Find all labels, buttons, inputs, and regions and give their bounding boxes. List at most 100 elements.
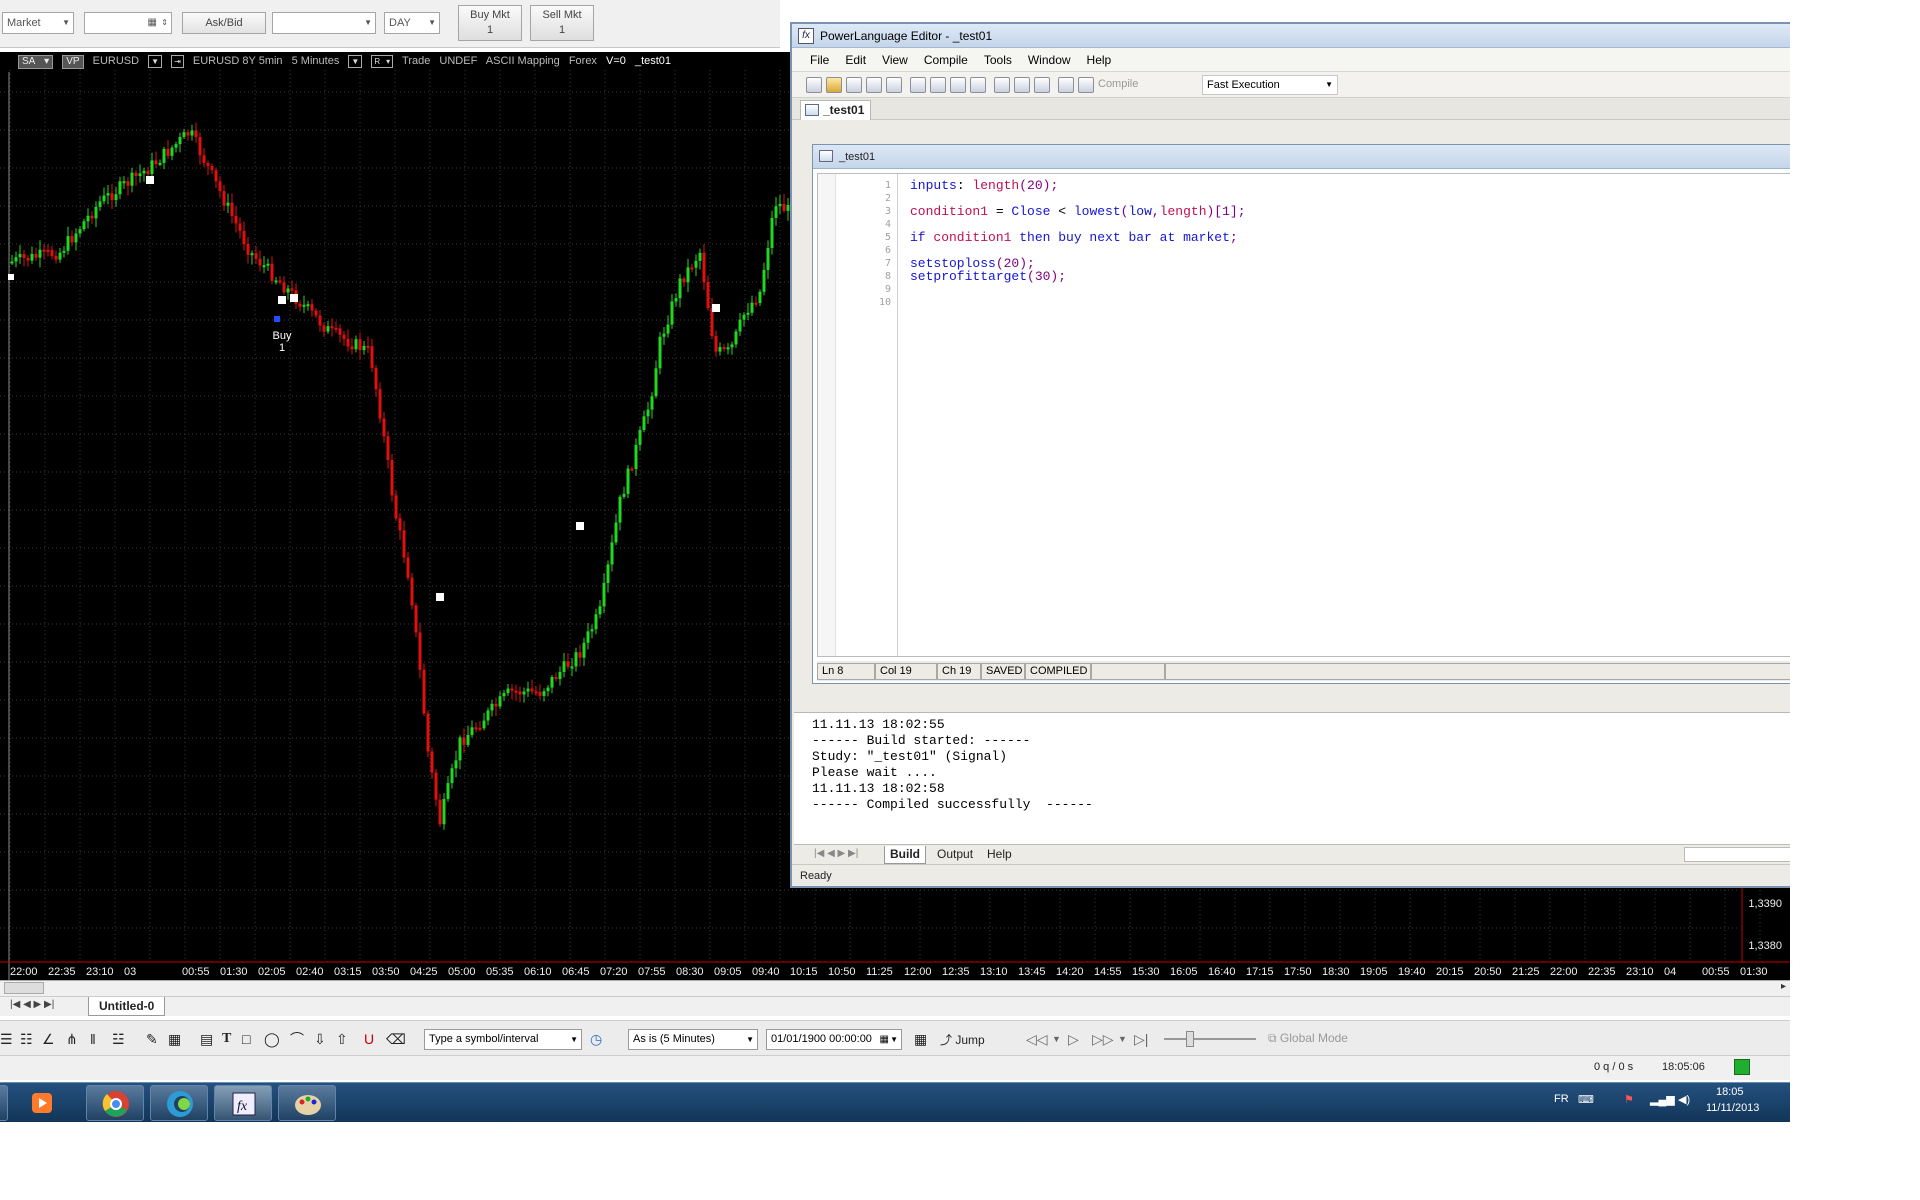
ask-bid-button[interactable]: Ask/Bid	[182, 12, 266, 34]
keyboard-icon[interactable]: ⌨	[1578, 1093, 1594, 1106]
taskbar-date[interactable]: 11/11/2013	[1706, 1102, 1759, 1114]
resolution-select[interactable]: As is (5 Minutes) ▼	[628, 1029, 758, 1050]
new-file-icon[interactable]	[806, 77, 822, 93]
cascade-windows-icon[interactable]	[994, 77, 1010, 93]
channel-icon[interactable]: ☳	[112, 1032, 125, 1046]
calendar-grid-icon[interactable]: ▦	[914, 1032, 927, 1046]
scroll-start-icon[interactable]: ◁◁	[1026, 1032, 1048, 1046]
global-mode-button[interactable]: ⧉ Global Mode	[1268, 1031, 1348, 1046]
code-line-5[interactable]: if condition1 then buy next bar at marke…	[910, 230, 1238, 245]
fibonacci-icon[interactable]: ⋔	[66, 1032, 78, 1046]
network-icon[interactable]: ▂▄▆	[1650, 1093, 1675, 1106]
code-line-3[interactable]: condition1 = Close < lowest(low,length)[…	[910, 204, 1246, 219]
arrow-up-icon[interactable]: ⇧	[336, 1032, 348, 1046]
media-player-icon[interactable]	[20, 1085, 64, 1121]
quantity-stepper[interactable]: ▦ ⇕	[84, 12, 172, 34]
scroll-end-icon[interactable]: ▷|	[1134, 1032, 1148, 1046]
output-pane[interactable]: 11.11.13 18:02:55 ------ Build started: …	[794, 712, 1790, 846]
tab-test01[interactable]: _test01	[800, 100, 872, 120]
chrome-icon[interactable]	[86, 1085, 144, 1121]
output-horizontal-scrollbar[interactable]	[1684, 847, 1794, 862]
document-title-bar[interactable]: _test01	[813, 145, 1792, 169]
menu-tools[interactable]: Tools	[976, 48, 1020, 72]
code-line-1[interactable]: inputs: length(20);	[910, 178, 1058, 193]
redo-icon[interactable]	[930, 77, 946, 93]
scroll-thumb[interactable]	[4, 982, 44, 994]
order-type-select[interactable]: Market ▼	[2, 12, 74, 34]
trendline-icon[interactable]: ∠	[42, 1032, 55, 1046]
menu-file[interactable]: File	[802, 48, 837, 72]
buy-market-button[interactable]: Buy Mkt 1	[458, 5, 522, 41]
r-tag[interactable]: R ▾	[371, 55, 394, 68]
ellipse-icon[interactable]: ◯	[264, 1032, 280, 1046]
ccleaner-icon[interactable]	[150, 1085, 208, 1121]
arrow-down-icon[interactable]: ⇩	[314, 1032, 326, 1046]
sell-market-button[interactable]: Sell Mkt 1	[530, 5, 594, 41]
compile-icon[interactable]	[1078, 77, 1094, 93]
tab-nav-arrows-icon[interactable]: |◀ ◀ ▶ ▶|	[10, 999, 54, 1010]
menu-help[interactable]: Help	[1079, 48, 1120, 72]
find-icon[interactable]	[950, 77, 966, 93]
execution-mode-select[interactable]: Fast Execution ▼	[1202, 75, 1338, 95]
symbol-dropdown-icon[interactable]: ▼	[148, 55, 163, 68]
crosshair-icon[interactable]: ☷	[20, 1032, 33, 1046]
tab-output[interactable]: Output	[932, 846, 978, 864]
speed-slider[interactable]	[1164, 1038, 1256, 1040]
magnet-icon[interactable]: U	[364, 1032, 374, 1046]
action-center-icon[interactable]: ⚑	[1624, 1093, 1634, 1106]
interval-dropdown-icon[interactable]: ▼	[348, 55, 363, 68]
tab-untitled-0[interactable]: Untitled-0	[88, 997, 166, 1016]
tile-horizontal-icon[interactable]	[1014, 77, 1030, 93]
compile-label[interactable]: Compile	[1098, 78, 1138, 90]
menu-edit[interactable]: Edit	[837, 48, 874, 72]
sa-tag[interactable]: SA ▾	[18, 55, 54, 69]
connection-status-icon[interactable]	[1734, 1059, 1750, 1075]
undo-icon[interactable]	[910, 77, 926, 93]
chevron-down-icon[interactable]: ▼	[1118, 1032, 1127, 1046]
date-picker[interactable]: 01/01/1900 00:00:00 ▦ ▼	[766, 1029, 902, 1050]
volume-icon[interactable]: ◀)	[1678, 1093, 1690, 1106]
step-forward-icon[interactable]: ▷▷	[1092, 1032, 1114, 1046]
play-icon[interactable]: ▷	[1068, 1032, 1079, 1046]
powerlanguage-editor-window[interactable]: fx PowerLanguage Editor - _test01 File Ed…	[790, 22, 1794, 888]
scroll-right-icon[interactable]: ▸	[1781, 981, 1786, 992]
table-icon[interactable]: ▤	[200, 1032, 213, 1046]
vp-tag[interactable]: VP	[62, 55, 84, 69]
cursor-icon[interactable]: ☰	[0, 1032, 13, 1046]
print-icon[interactable]	[886, 77, 902, 93]
dock-icon[interactable]: ⇥	[171, 55, 184, 68]
jump-button[interactable]: ⤴ Jump	[940, 1031, 985, 1048]
code-editor[interactable]: 1 2 3 4 5 6 7 8 9 10 inputs: length(20);…	[817, 173, 1792, 657]
rectangle-icon[interactable]: □	[242, 1032, 250, 1046]
duration-select[interactable]: DAY ▼	[384, 12, 440, 34]
chevron-down-icon[interactable]: ▼	[1052, 1032, 1061, 1046]
speed-slider-handle[interactable]	[1186, 1031, 1194, 1047]
eraser-icon[interactable]: ⌫	[386, 1032, 406, 1046]
menu-window[interactable]: Window	[1020, 48, 1079, 72]
tab-nav-arrows-icon[interactable]: |◀ ◀ ▶ ▶|	[814, 848, 858, 859]
menu-view[interactable]: View	[874, 48, 916, 72]
tab-build[interactable]: Build	[884, 846, 926, 864]
menu-compile[interactable]: Compile	[916, 48, 976, 72]
text-icon[interactable]: T	[222, 1032, 231, 1046]
account-select[interactable]: ▼	[272, 12, 376, 34]
arc-icon[interactable]: ⌒	[290, 1032, 304, 1046]
open-folder-icon[interactable]	[826, 77, 842, 93]
taskbar-time[interactable]: 18:05	[1716, 1086, 1744, 1098]
paint-icon[interactable]	[278, 1085, 336, 1121]
code-document-window[interactable]: _test01 1 2 3 4 5 6 7 8 9 10 inputs: len…	[812, 144, 1792, 684]
save-icon[interactable]	[846, 77, 862, 93]
symbol-interval-input[interactable]: Type a symbol/interval ▼	[424, 1029, 582, 1050]
properties-icon[interactable]	[1058, 77, 1074, 93]
editor-title-bar[interactable]: fx PowerLanguage Editor - _test01	[792, 24, 1790, 48]
replace-icon[interactable]	[970, 77, 986, 93]
language-indicator[interactable]: FR	[1554, 1093, 1569, 1105]
pencil-icon[interactable]: ✎	[146, 1032, 158, 1046]
code-line-8[interactable]: setprofittarget(30);	[910, 269, 1066, 284]
tab-help[interactable]: Help	[982, 846, 1017, 864]
clock-icon[interactable]: ◷	[590, 1032, 602, 1046]
fibonacci-time-icon[interactable]: ‖	[90, 1032, 96, 1046]
save-all-icon[interactable]	[866, 77, 882, 93]
tile-vertical-icon[interactable]	[1034, 77, 1050, 93]
start-button[interactable]	[0, 1085, 8, 1121]
